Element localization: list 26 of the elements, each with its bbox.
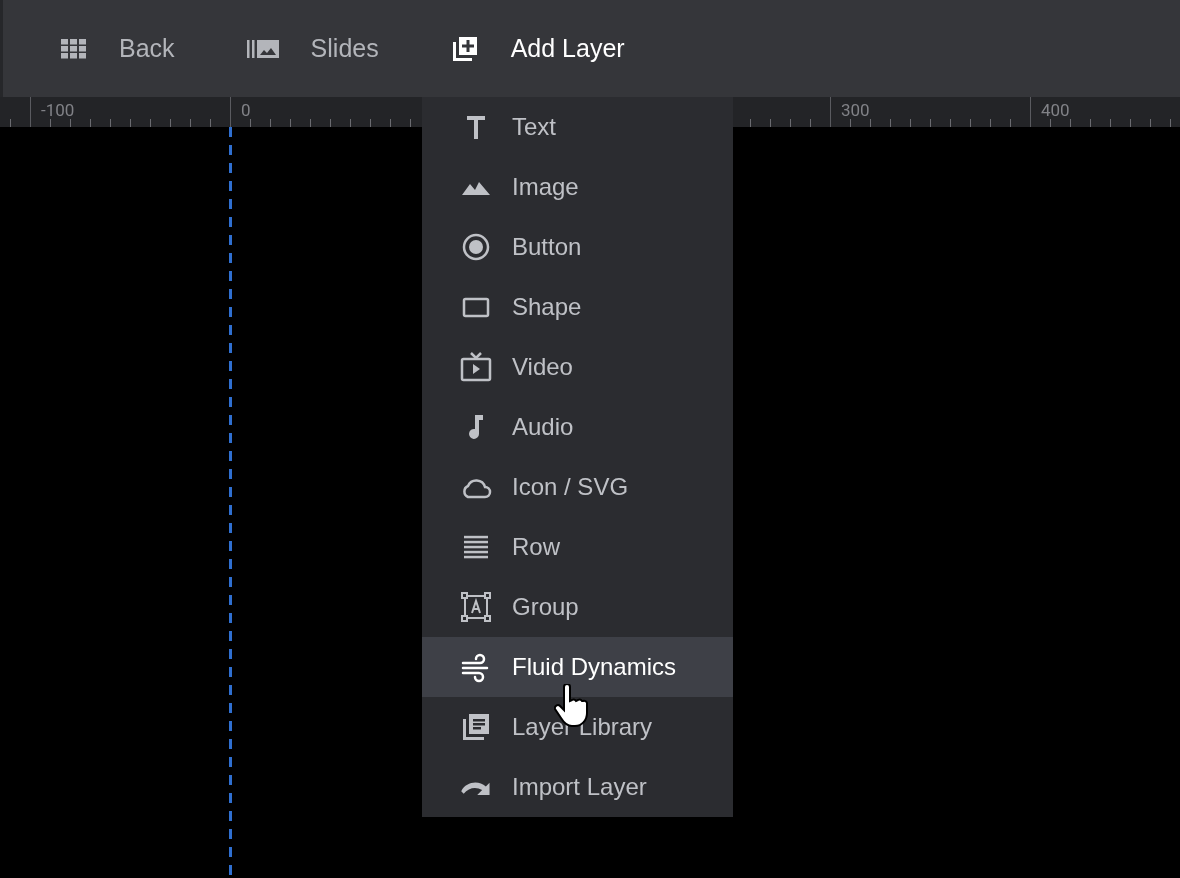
toolbar-tab[interactable]: Back	[61, 34, 175, 63]
toolbar-tab[interactable]: Slides	[246, 34, 379, 63]
grid-icon	[61, 38, 87, 59]
menu-item[interactable]: Video	[422, 337, 733, 397]
menu-item[interactable]: Image	[422, 157, 733, 217]
menu-item[interactable]: Layer Library	[422, 697, 733, 757]
radio-button-icon	[460, 231, 492, 263]
menu-item[interactable]: Button	[422, 217, 733, 277]
ruler-label: 400	[1030, 97, 1070, 127]
library-icon	[460, 711, 492, 743]
menu-item[interactable]: Text	[422, 97, 733, 157]
menu-item[interactable]: Fluid Dynamics	[422, 637, 733, 697]
menu-item[interactable]: Row	[422, 517, 733, 577]
toolbar-tab[interactable]: Add Layer	[450, 34, 625, 63]
tv-play-icon	[460, 351, 492, 383]
menu-item[interactable]: Shape	[422, 277, 733, 337]
menu-item[interactable]: Group	[422, 577, 733, 637]
add-layer-icon	[450, 34, 479, 63]
menu-item[interactable]: Import Layer	[422, 757, 733, 817]
ruler-label: 300	[830, 97, 870, 127]
ruler-label: 0	[230, 97, 251, 127]
menu-item[interactable]: Audio	[422, 397, 733, 457]
menu-item[interactable]: Icon / SVG	[422, 457, 733, 517]
group-icon	[460, 591, 492, 623]
slides-icon	[246, 38, 279, 59]
ruler-label: -100	[30, 97, 75, 127]
